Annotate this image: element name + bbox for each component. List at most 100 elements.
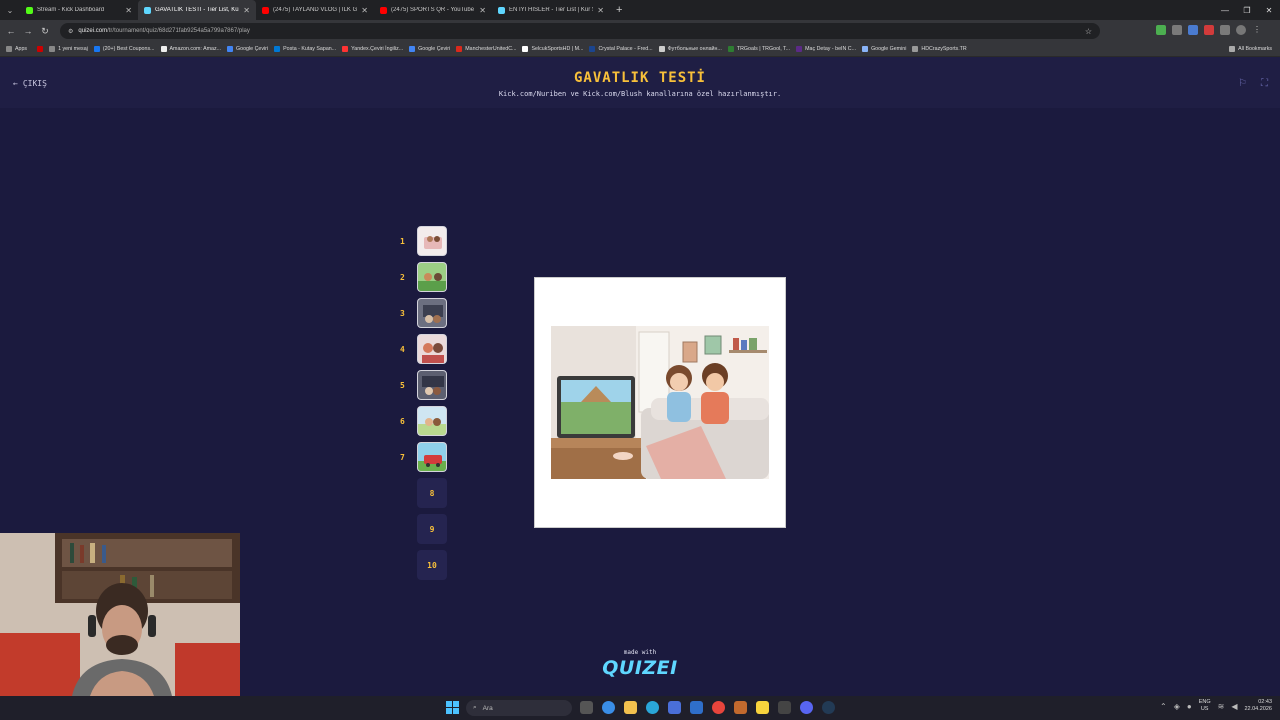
taskbar-search[interactable]: ⌕ Ara bbox=[466, 700, 572, 716]
rank-slot-filled[interactable] bbox=[417, 406, 447, 436]
browser-tab[interactable]: EN İYİ HİSLER - Tier List | Kür S... ✕ bbox=[492, 0, 610, 20]
rank-row: 6 bbox=[400, 406, 447, 436]
thumbnail-image bbox=[418, 227, 446, 255]
bookmark-favicon-icon bbox=[227, 46, 234, 52]
bookmark-item[interactable]: ManchesterUnitedC... bbox=[456, 46, 516, 52]
notes-icon[interactable] bbox=[756, 701, 769, 714]
browser-tab[interactable]: (2475) SPORTS QR - YouTube ✕ bbox=[374, 0, 492, 20]
bookmark-item[interactable]: Apps bbox=[6, 46, 27, 52]
all-bookmarks[interactable]: All Bookmarks bbox=[1229, 46, 1272, 52]
tab-search-icon[interactable]: ⌄ bbox=[0, 6, 20, 15]
close-tab-icon[interactable]: ✕ bbox=[361, 6, 368, 15]
search-placeholder: Ara bbox=[482, 704, 493, 712]
bookmark-favicon-icon bbox=[93, 46, 100, 52]
forward-icon[interactable]: → bbox=[22, 26, 34, 36]
bookmark-item[interactable]: Maç Detay - beIN C... bbox=[796, 46, 856, 52]
address-bar[interactable]: ⚙ quizei.com /tr/tournament/quiz/68d271f… bbox=[60, 23, 1100, 39]
bookmark-favicon-icon bbox=[522, 46, 529, 52]
bookmark-item[interactable]: Yandex.Çeviri İngiliz... bbox=[342, 46, 403, 52]
current-item-card[interactable] bbox=[534, 277, 786, 528]
bookmark-item[interactable]: Posta - Kutay Sapan... bbox=[274, 46, 336, 52]
bookmark-item[interactable]: 1 yeni mesaj bbox=[49, 46, 88, 52]
quizei-logo[interactable]: QUIZEI bbox=[0, 657, 1280, 679]
task-view-icon[interactable] bbox=[580, 701, 593, 714]
microphone-icon[interactable]: ● bbox=[1187, 702, 1192, 711]
edge-icon[interactable] bbox=[646, 701, 659, 714]
thumbnail-image bbox=[418, 371, 446, 399]
mail-icon[interactable] bbox=[690, 701, 703, 714]
extension-icon[interactable] bbox=[1204, 25, 1214, 35]
address-toolbar: ← → ↻ ⚙ quizei.com /tr/tournament/quiz/6… bbox=[0, 20, 1280, 42]
rank-slot-empty[interactable]: 9 bbox=[417, 514, 447, 544]
bookmark-item[interactable]: HDCrazySports.TR bbox=[912, 46, 967, 52]
volume-icon[interactable]: ◀ bbox=[1231, 702, 1237, 711]
browser-tab[interactable]: (2475) TAYLAND VLOG | İLK GÜ... ✕ bbox=[256, 0, 374, 20]
back-icon[interactable]: ← bbox=[5, 26, 17, 36]
extension-icon[interactable] bbox=[1172, 25, 1182, 35]
close-tab-icon[interactable]: ✕ bbox=[479, 6, 486, 15]
bookmark-label: 1 yeni mesaj bbox=[58, 46, 88, 52]
clock[interactable]: 02:43 22.04.2026 bbox=[1244, 699, 1272, 713]
bookmark-item[interactable] bbox=[37, 46, 44, 52]
browser-menu-icon[interactable]: ⋮ bbox=[1252, 25, 1262, 35]
profile-avatar-icon[interactable] bbox=[1236, 25, 1246, 35]
bookmark-item[interactable]: Amazon.com: Amaz... bbox=[160, 46, 221, 52]
chevron-up-icon[interactable]: ⌃ bbox=[1160, 702, 1167, 711]
bookmark-item[interactable]: SelcukSportsHD | M... bbox=[522, 46, 583, 52]
minimize-icon[interactable]: — bbox=[1214, 6, 1236, 15]
thumbnail-image bbox=[418, 443, 446, 471]
rank-slot-empty[interactable]: 10 bbox=[417, 550, 447, 580]
site-info-icon[interactable]: ⚙ bbox=[68, 28, 73, 35]
flag-icon[interactable]: ⚐ bbox=[1238, 78, 1247, 89]
app-icon[interactable] bbox=[734, 701, 747, 714]
fullscreen-icon[interactable]: ⛶ bbox=[1261, 78, 1268, 89]
browser-tab[interactable]: Stream - Kick Dashboard ✕ bbox=[20, 0, 138, 20]
store-icon[interactable] bbox=[668, 701, 681, 714]
network-icon[interactable]: ◈ bbox=[1174, 702, 1180, 711]
file-explorer-icon[interactable] bbox=[624, 701, 637, 714]
bookmark-item[interactable]: Crystal Palace - Fred... bbox=[589, 46, 653, 52]
extension-icon[interactable] bbox=[1188, 25, 1198, 35]
windows-start-icon[interactable] bbox=[446, 701, 459, 714]
rank-slot-filled[interactable] bbox=[417, 442, 447, 472]
chrome-icon[interactable] bbox=[712, 701, 725, 714]
obs-icon[interactable] bbox=[778, 701, 791, 714]
language-indicator[interactable]: ENG US bbox=[1199, 699, 1211, 713]
bookmark-label: (20+) Best Coupons... bbox=[102, 46, 155, 52]
extension-icon[interactable] bbox=[1220, 25, 1230, 35]
tab-title: GAVATLIK TESTİ - Tier List, Kür... bbox=[155, 7, 240, 13]
bookmark-star-icon[interactable]: ☆ bbox=[1085, 27, 1092, 36]
rank-slot-filled[interactable] bbox=[417, 226, 447, 256]
bookmark-favicon-icon bbox=[862, 46, 869, 52]
rank-slot-filled[interactable] bbox=[417, 370, 447, 400]
bookmark-item[interactable]: Google Çeviri bbox=[409, 46, 450, 52]
bookmark-item[interactable]: TRGoals | TRGool, T... bbox=[727, 46, 790, 52]
bookmark-favicon-icon bbox=[727, 46, 734, 52]
youtube-favicon-icon bbox=[262, 6, 269, 14]
browser-tab-active[interactable]: GAVATLIK TESTİ - Tier List, Kür... ✕ bbox=[138, 0, 256, 20]
rank-row: 7 bbox=[400, 442, 447, 472]
rank-slot-filled[interactable] bbox=[417, 298, 447, 328]
rank-slot-empty[interactable]: 8 bbox=[417, 478, 447, 508]
wifi-icon[interactable]: ≋ bbox=[1218, 702, 1225, 711]
bookmark-item[interactable]: Google Gemini bbox=[862, 46, 906, 52]
rank-slot-filled[interactable] bbox=[417, 334, 447, 364]
reload-icon[interactable]: ↻ bbox=[39, 26, 51, 37]
bookmark-label: Apps bbox=[15, 46, 28, 52]
close-tab-icon[interactable]: ✕ bbox=[125, 6, 132, 15]
steam-icon[interactable] bbox=[822, 701, 835, 714]
bookmark-item[interactable]: Google Çeviri bbox=[227, 46, 268, 52]
extension-icon[interactable] bbox=[1156, 25, 1166, 35]
bookmark-item[interactable]: (20+) Best Coupons... bbox=[93, 46, 155, 52]
rank-slot-filled[interactable] bbox=[417, 262, 447, 292]
tab-title: (2475) SPORTS QR - YouTube bbox=[391, 7, 475, 13]
close-tab-icon[interactable]: ✕ bbox=[243, 6, 250, 15]
bookmark-item[interactable]: Футбольные онлайн... bbox=[658, 46, 722, 52]
close-tab-icon[interactable]: ✕ bbox=[597, 6, 604, 15]
bookmark-label: HDCrazySports.TR bbox=[921, 46, 967, 52]
discord-icon[interactable] bbox=[800, 701, 813, 714]
maximize-icon[interactable]: ❐ bbox=[1236, 6, 1258, 15]
close-window-icon[interactable]: ✕ bbox=[1258, 6, 1280, 15]
copilot-icon[interactable] bbox=[602, 701, 615, 714]
new-tab-icon[interactable]: + bbox=[616, 4, 622, 16]
